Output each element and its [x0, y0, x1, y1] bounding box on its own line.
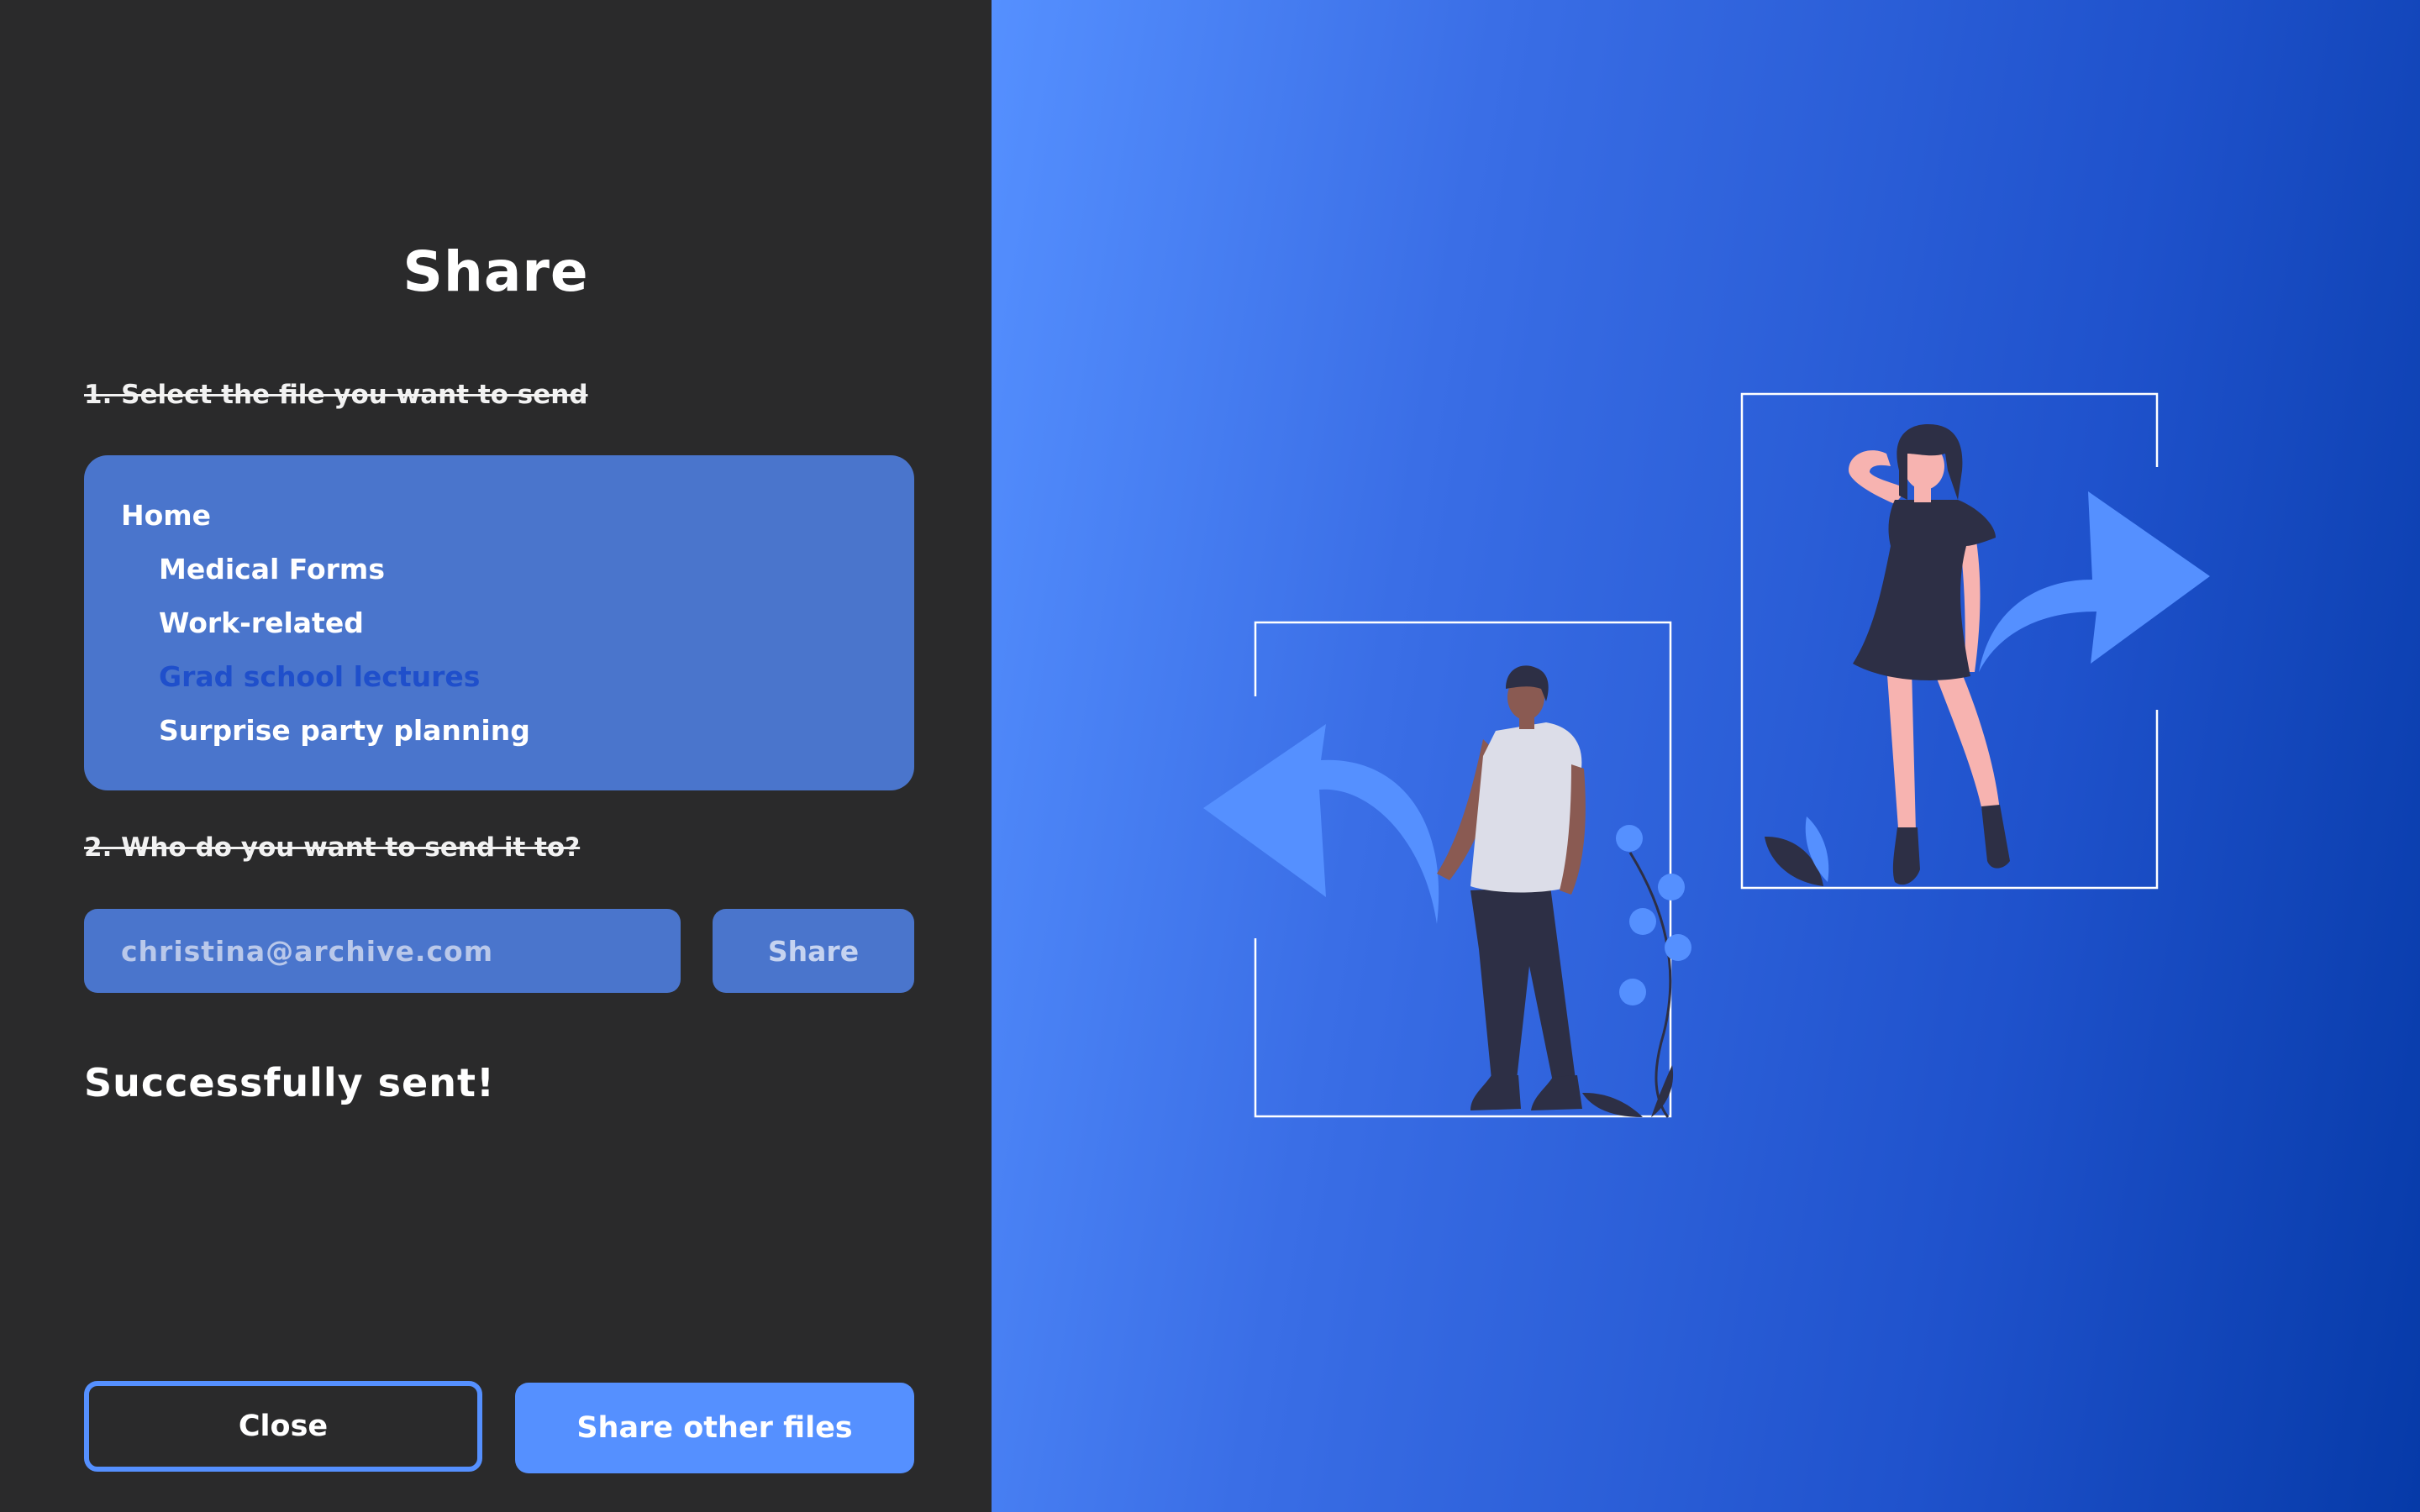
man-figure	[1437, 665, 1586, 1110]
share-panel: Share 1. Select the file you want to sen…	[0, 0, 992, 1512]
share-app: Share 1. Select the file you want to sen…	[0, 0, 2420, 1512]
tree-item-work-related[interactable]: Work-related	[159, 606, 364, 639]
status-message: Successfully sent!	[84, 1060, 495, 1105]
leaf-icon	[1765, 816, 1829, 886]
page-title: Share	[402, 239, 589, 304]
tree-item-surprise-party-planning[interactable]: Surprise party planning	[159, 714, 530, 747]
arrow-left-icon	[1203, 724, 1439, 924]
arrow-right-icon	[1979, 491, 2210, 672]
tree-item-medical-forms[interactable]: Medical Forms	[159, 553, 385, 585]
tree-item-grad-school-lectures[interactable]: Grad school lectures	[159, 660, 480, 693]
share-illustration	[1203, 392, 2210, 1118]
plant-icon	[1582, 825, 1691, 1118]
step-2-label: 2. Who do you want to send it to?	[84, 832, 581, 863]
recipient-email-input[interactable]	[84, 909, 681, 993]
step-1-label: 1. Select the file you want to send	[84, 380, 588, 410]
illustration-panel	[992, 0, 2420, 1512]
share-button[interactable]: Share	[713, 909, 914, 993]
close-button[interactable]: Close	[84, 1381, 482, 1472]
share-other-files-button[interactable]: Share other files	[515, 1383, 914, 1473]
tree-item-home[interactable]: Home	[121, 499, 211, 532]
file-tree: Home Medical Forms Work-related Grad sch…	[84, 455, 914, 790]
